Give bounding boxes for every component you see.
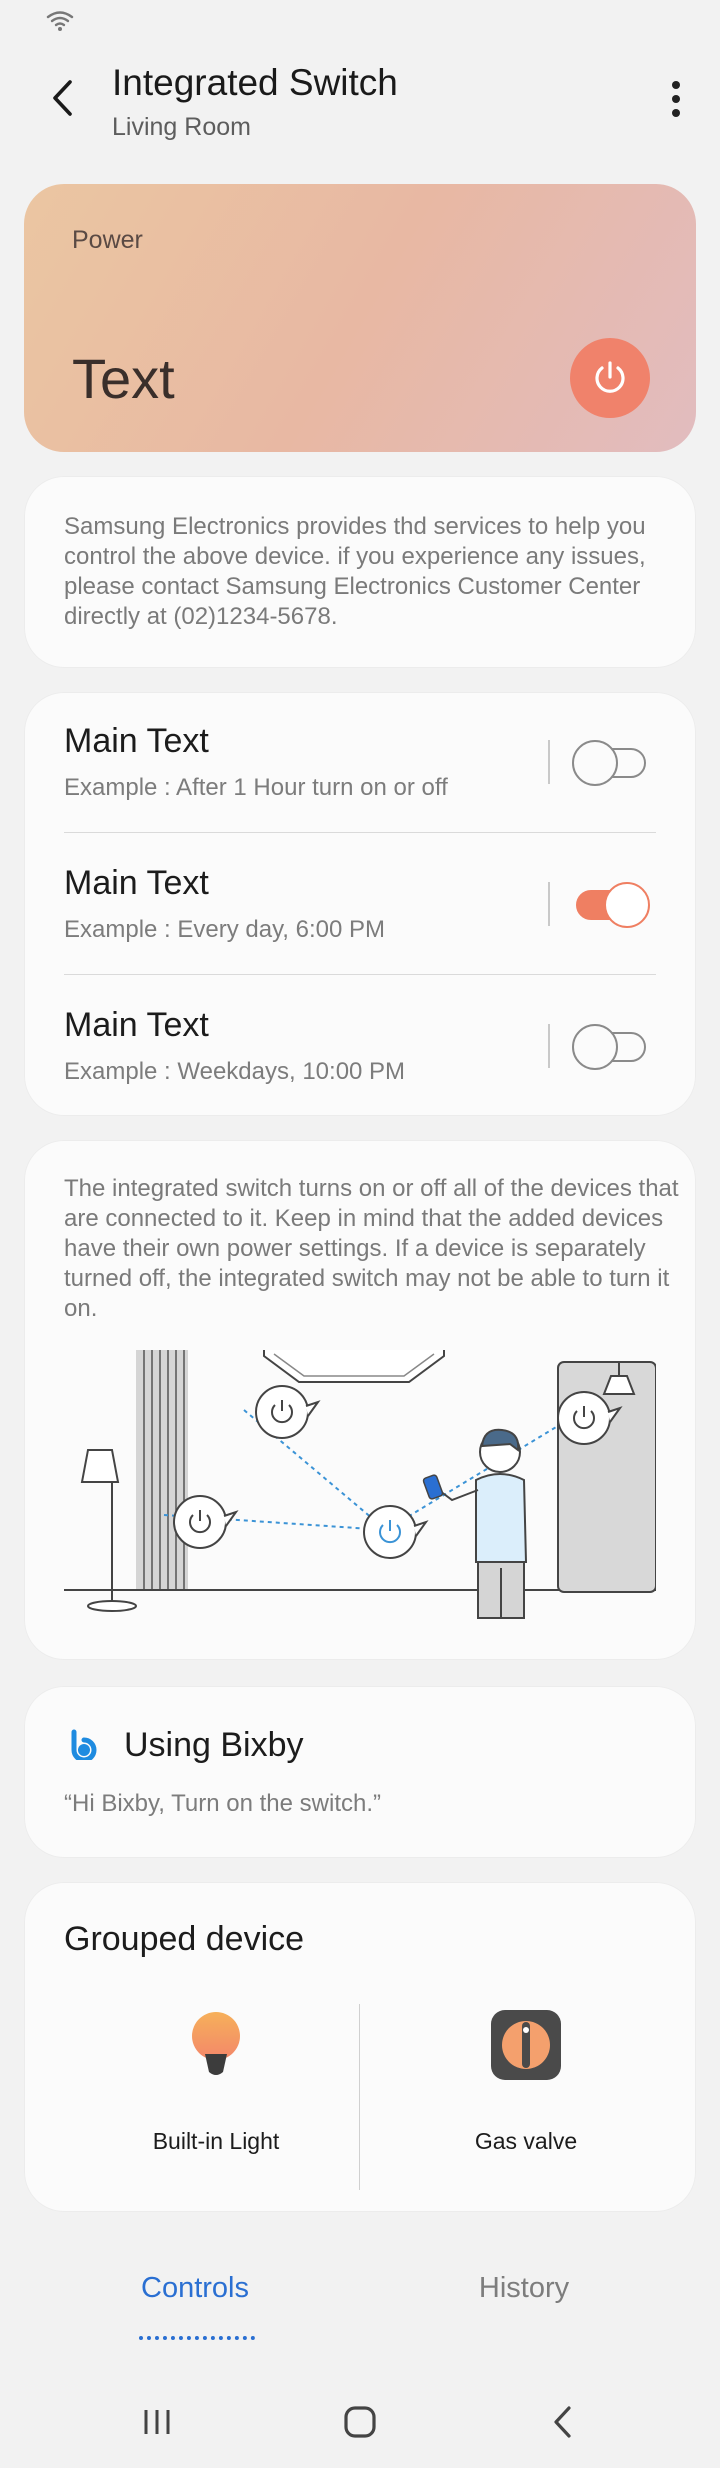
list-item[interactable]: Main Text Example : Weekdays, 10:00 PM <box>24 976 696 1118</box>
schedule-main-text: Main Text <box>64 864 209 902</box>
bixby-hint: “Hi Bixby, Turn on the switch.” <box>64 1790 381 1817</box>
bixby-card[interactable]: Using Bixby “Hi Bixby, Turn on the switc… <box>24 1686 696 1858</box>
service-notice-text: Samsung Electronics provides thd service… <box>64 513 646 630</box>
light-bulb-icon <box>192 2012 240 2075</box>
chevron-left-icon <box>53 80 72 116</box>
device-name: Built-in Light <box>152 2128 280 2154</box>
schedule-card: Main Text Example : After 1 Hour turn on… <box>24 692 696 1116</box>
schedule-sub-text: Example : Every day, 6:00 PM <box>64 916 386 943</box>
tab-history[interactable]: History <box>374 2272 674 2305</box>
vertical-divider <box>548 1024 550 1068</box>
row-divider <box>64 974 656 975</box>
recents-icon <box>144 2410 170 2434</box>
schedule-main-text: Main Text <box>64 722 209 760</box>
integrated-switch-illustration <box>64 1350 656 1619</box>
list-item[interactable]: Main Text Example : Every day, 6:00 PM <box>24 834 696 976</box>
app-header: Integrated Switch Living Room <box>0 58 720 148</box>
schedule-toggle[interactable] <box>572 1024 650 1070</box>
system-back-button[interactable] <box>503 2390 623 2454</box>
home-icon <box>344 2406 376 2438</box>
recents-button[interactable] <box>97 2390 217 2454</box>
schedule-toggle[interactable] <box>572 882 650 928</box>
more-vertical-icon <box>672 81 680 117</box>
wifi-icon <box>46 11 74 31</box>
power-label: Power <box>72 226 143 254</box>
list-item[interactable]: Main Text Example : After 1 Hour turn on… <box>24 692 696 834</box>
grouped-device-title: Grouped device <box>64 1920 305 1958</box>
toggle-knob <box>572 1024 618 1070</box>
gas-valve-icon <box>491 2010 561 2080</box>
bottom-tabs: Controls History <box>0 2272 720 2352</box>
toggle-knob <box>604 882 650 928</box>
description-card: The integrated switch turns on or off al… <box>24 1140 696 1660</box>
device-divider <box>359 2004 360 2190</box>
vertical-divider <box>548 882 550 926</box>
schedule-main-text: Main Text <box>64 1006 209 1044</box>
back-button[interactable] <box>40 76 84 120</box>
tab-controls[interactable]: Controls <box>45 2272 345 2305</box>
page-subtitle: Living Room <box>112 113 251 141</box>
power-card: Power Text <box>24 184 696 452</box>
grouped-device-card: Grouped device Built-in Light Gas valve <box>24 1882 696 2212</box>
device-name: Gas valve <box>474 2128 578 2154</box>
home-button[interactable] <box>300 2390 420 2454</box>
vertical-divider <box>548 740 550 784</box>
schedule-sub-text: Example : Weekdays, 10:00 PM <box>64 1058 406 1085</box>
power-button[interactable] <box>570 338 650 418</box>
device-gas-valve[interactable]: Gas valve <box>376 1992 676 2192</box>
description-text: The integrated switch turns on or off al… <box>64 1175 679 1322</box>
power-state-text: Text <box>72 347 175 410</box>
power-icon <box>595 361 625 393</box>
more-options-button[interactable] <box>656 74 696 124</box>
page-title: Integrated Switch <box>112 62 398 103</box>
toggle-knob <box>572 740 618 786</box>
bixby-icon <box>71 1729 97 1760</box>
row-divider <box>64 832 656 833</box>
active-tab-indicator <box>139 2336 255 2340</box>
bixby-title: Using Bixby <box>124 1726 304 1764</box>
back-icon <box>554 2406 571 2438</box>
device-built-in-light[interactable]: Built-in Light <box>66 1992 366 2192</box>
service-notice-card: Samsung Electronics provides thd service… <box>24 476 696 668</box>
schedule-toggle[interactable] <box>572 740 650 786</box>
schedule-sub-text: Example : After 1 Hour turn on or off <box>64 774 448 801</box>
status-bar <box>0 0 720 46</box>
system-nav-bar <box>0 2390 720 2468</box>
